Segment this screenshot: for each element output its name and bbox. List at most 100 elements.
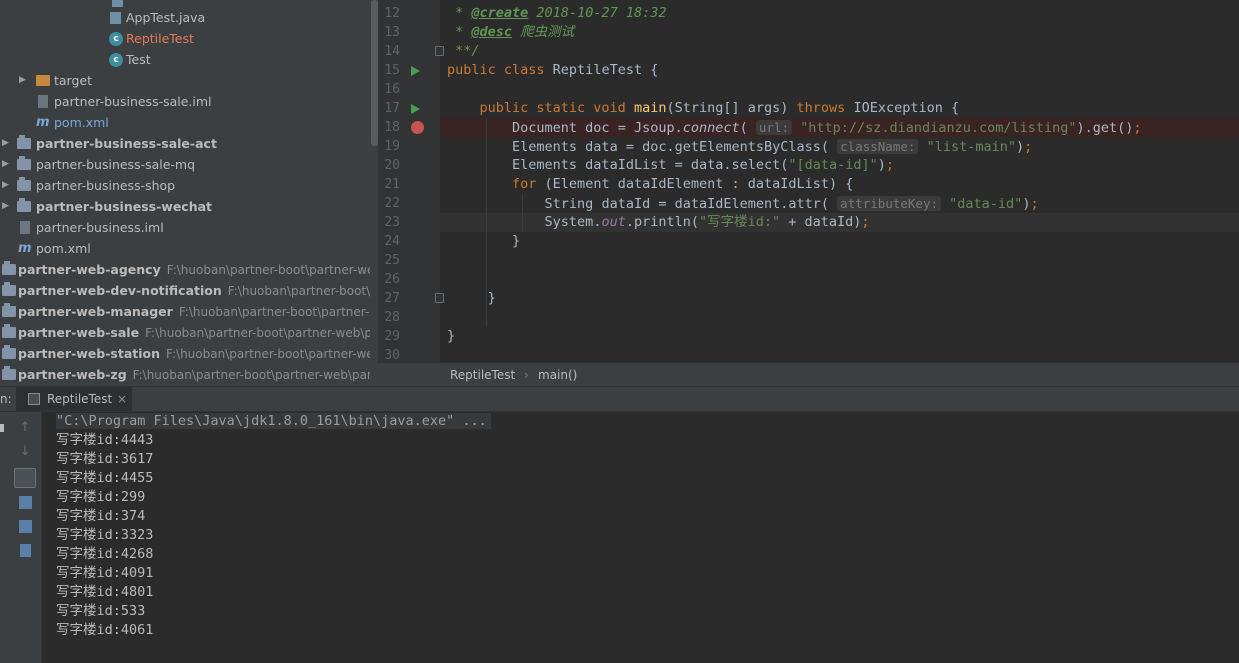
expand-arrow-icon[interactable]: ▶ bbox=[2, 133, 9, 154]
class-icon: c bbox=[109, 53, 123, 67]
console-output[interactable]: "C:\Program Files\Java\jdk1.8.0_161\bin\… bbox=[42, 412, 1239, 663]
line-number: 12 bbox=[384, 6, 400, 21]
folder-icon bbox=[36, 75, 50, 86]
line-number: 19 bbox=[384, 139, 400, 154]
console-line: 写字楼id:4443 bbox=[56, 432, 154, 448]
code-line-20: Elements dataIdList = data.select("[data… bbox=[512, 157, 895, 173]
class-icon: c bbox=[109, 32, 123, 46]
code-line-29: } bbox=[447, 328, 456, 344]
iml-file-icon bbox=[38, 95, 48, 108]
fold-icon[interactable] bbox=[435, 293, 444, 303]
run-toolbar: ↑ ↓ bbox=[0, 412, 42, 663]
console-line: 写字楼id:4801 bbox=[56, 584, 154, 600]
tree-item-reptiletest[interactable]: c ReptileTest bbox=[0, 28, 370, 49]
run-method-icon[interactable] bbox=[411, 104, 420, 114]
trash-icon[interactable] bbox=[20, 544, 31, 557]
line-number: 14 bbox=[384, 44, 400, 59]
breadcrumb-method[interactable]: main() bbox=[538, 363, 577, 387]
iml-file-icon bbox=[20, 221, 30, 234]
code-line-19: Elements data = doc.getElementsByClass( … bbox=[512, 139, 1033, 155]
line-number: 24 bbox=[384, 234, 400, 249]
run-panel-header: n: ReptileTest × bbox=[0, 386, 1239, 412]
rerun-icon[interactable] bbox=[0, 424, 4, 432]
code-editor[interactable]: 12 13 14 15 16 17 18 19 20 21 22 23 24 2… bbox=[378, 0, 1239, 362]
module-folder-icon bbox=[17, 135, 31, 149]
code-line-21: for (Element dataIdElement : dataIdList)… bbox=[512, 176, 854, 192]
console-line: 写字楼id:4268 bbox=[56, 546, 154, 562]
run-tab[interactable]: ReptileTest × bbox=[16, 387, 132, 411]
console-line: 写字楼id:374 bbox=[56, 508, 146, 524]
expand-arrow-icon[interactable]: ▶ bbox=[2, 196, 9, 217]
scroll-to-end-icon[interactable] bbox=[19, 496, 32, 509]
java-file-icon bbox=[112, 0, 123, 7]
tree-item-apptest[interactable]: AppTest.java bbox=[0, 7, 370, 28]
param-hint: className: bbox=[837, 139, 919, 154]
console-line: 写字楼id:533 bbox=[56, 603, 146, 619]
arrow-up-icon[interactable]: ↑ bbox=[17, 420, 33, 435]
project-tree: AppTest.java c ReptileTest c Test ▶ targ… bbox=[0, 0, 378, 386]
tree-item-wechat[interactable]: ▶ partner-business-wechat bbox=[0, 196, 370, 217]
tree-item-sale-iml[interactable]: partner-business-sale.iml bbox=[0, 91, 370, 112]
tree-item-web-sale[interactable]: partner-web-sale F:\huoban\partner-boot\p… bbox=[0, 322, 370, 343]
code-line-13: * @desc 爬虫测试 bbox=[447, 24, 575, 40]
tree-item-web-agency[interactable]: partner-web-agency F:\huoban\partner-boot… bbox=[0, 259, 370, 280]
console-line: 写字楼id:3617 bbox=[56, 451, 154, 467]
module-folder-icon bbox=[2, 282, 16, 296]
breadcrumb-class[interactable]: ReptileTest bbox=[450, 363, 515, 387]
tree-item-web-station[interactable]: partner-web-station F:\huoban\partner-boo… bbox=[0, 343, 370, 364]
run-class-icon[interactable] bbox=[411, 66, 420, 76]
expand-arrow-icon[interactable]: ▶ bbox=[19, 70, 26, 91]
module-folder-icon bbox=[17, 177, 31, 191]
expand-arrow-icon[interactable]: ▶ bbox=[2, 175, 9, 196]
arrow-down-icon[interactable]: ↓ bbox=[17, 444, 33, 459]
line-number: 13 bbox=[384, 25, 400, 40]
tree-item-target[interactable]: ▶ target bbox=[0, 70, 370, 91]
tree-item-web-zg[interactable]: partner-web-zg F:\huoban\partner-boot\par… bbox=[0, 364, 370, 385]
breadcrumb: ReptileTest › main() bbox=[378, 362, 1239, 386]
tree-scrollbar[interactable] bbox=[371, 0, 378, 146]
console-line: 写字楼id:299 bbox=[56, 489, 146, 505]
code-line-17: public static void main(String[] args) t… bbox=[479, 100, 960, 116]
line-number: 25 bbox=[384, 253, 400, 268]
module-folder-icon bbox=[17, 198, 31, 212]
close-tab-icon[interactable]: × bbox=[117, 387, 127, 411]
line-number: 26 bbox=[384, 272, 400, 287]
soft-wrap-icon[interactable] bbox=[14, 468, 36, 488]
tree-item-pom-xml[interactable]: m pom.xml bbox=[0, 112, 370, 133]
tree-item-web-manager[interactable]: partner-web-manager F:\huoban\partner-boo… bbox=[0, 301, 370, 322]
expand-arrow-icon[interactable]: ▶ bbox=[2, 154, 9, 175]
code-line-23: System.out.println("写字楼id:" + dataId); bbox=[544, 214, 870, 230]
module-folder-icon bbox=[2, 303, 16, 317]
line-number: 29 bbox=[384, 329, 400, 344]
console-line: 写字楼id:4455 bbox=[56, 470, 154, 486]
tree-item-sale-act[interactable]: ▶ partner-business-sale-act bbox=[0, 133, 370, 154]
breakpoint-icon[interactable] bbox=[411, 121, 424, 134]
tree-item-test[interactable]: c Test bbox=[0, 49, 370, 70]
module-folder-icon bbox=[2, 324, 16, 338]
line-number: 23 bbox=[384, 215, 400, 230]
maven-icon: m bbox=[18, 241, 32, 256]
line-number: 16 bbox=[384, 82, 400, 97]
code-line-22: String dataId = dataIdElement.attr( attr… bbox=[544, 196, 1039, 212]
tree-item-pom-xml-root[interactable]: m pom.xml bbox=[0, 238, 370, 259]
code-line-24: } bbox=[512, 233, 521, 249]
module-folder-icon bbox=[2, 366, 16, 380]
console-line: 写字楼id:3323 bbox=[56, 527, 154, 543]
fold-icon[interactable] bbox=[435, 46, 444, 56]
tree-item-sale-mq[interactable]: ▶ partner-business-sale-mq bbox=[0, 154, 370, 175]
line-number: 21 bbox=[384, 177, 400, 192]
tree-item-shop[interactable]: ▶ partner-business-shop bbox=[0, 175, 370, 196]
code-line-15: public class ReptileTest { bbox=[447, 62, 659, 78]
line-number: 20 bbox=[384, 158, 400, 173]
module-folder-icon bbox=[2, 345, 16, 359]
print-icon[interactable] bbox=[19, 520, 32, 533]
line-number: 15 bbox=[384, 63, 400, 78]
code-line-27: } bbox=[487, 290, 496, 306]
tree-item-web-dev-notification[interactable]: partner-web-dev-notification F:\huoban\pa… bbox=[0, 280, 370, 301]
line-number: 28 bbox=[384, 310, 400, 325]
console-line: 写字楼id:4091 bbox=[56, 565, 154, 581]
code-line-12: * @create 2018-10-27 18:32 bbox=[447, 5, 667, 21]
line-number: 17 bbox=[384, 101, 400, 116]
run-config-icon bbox=[28, 393, 40, 405]
tree-item-business-iml[interactable]: partner-business.iml bbox=[0, 217, 370, 238]
